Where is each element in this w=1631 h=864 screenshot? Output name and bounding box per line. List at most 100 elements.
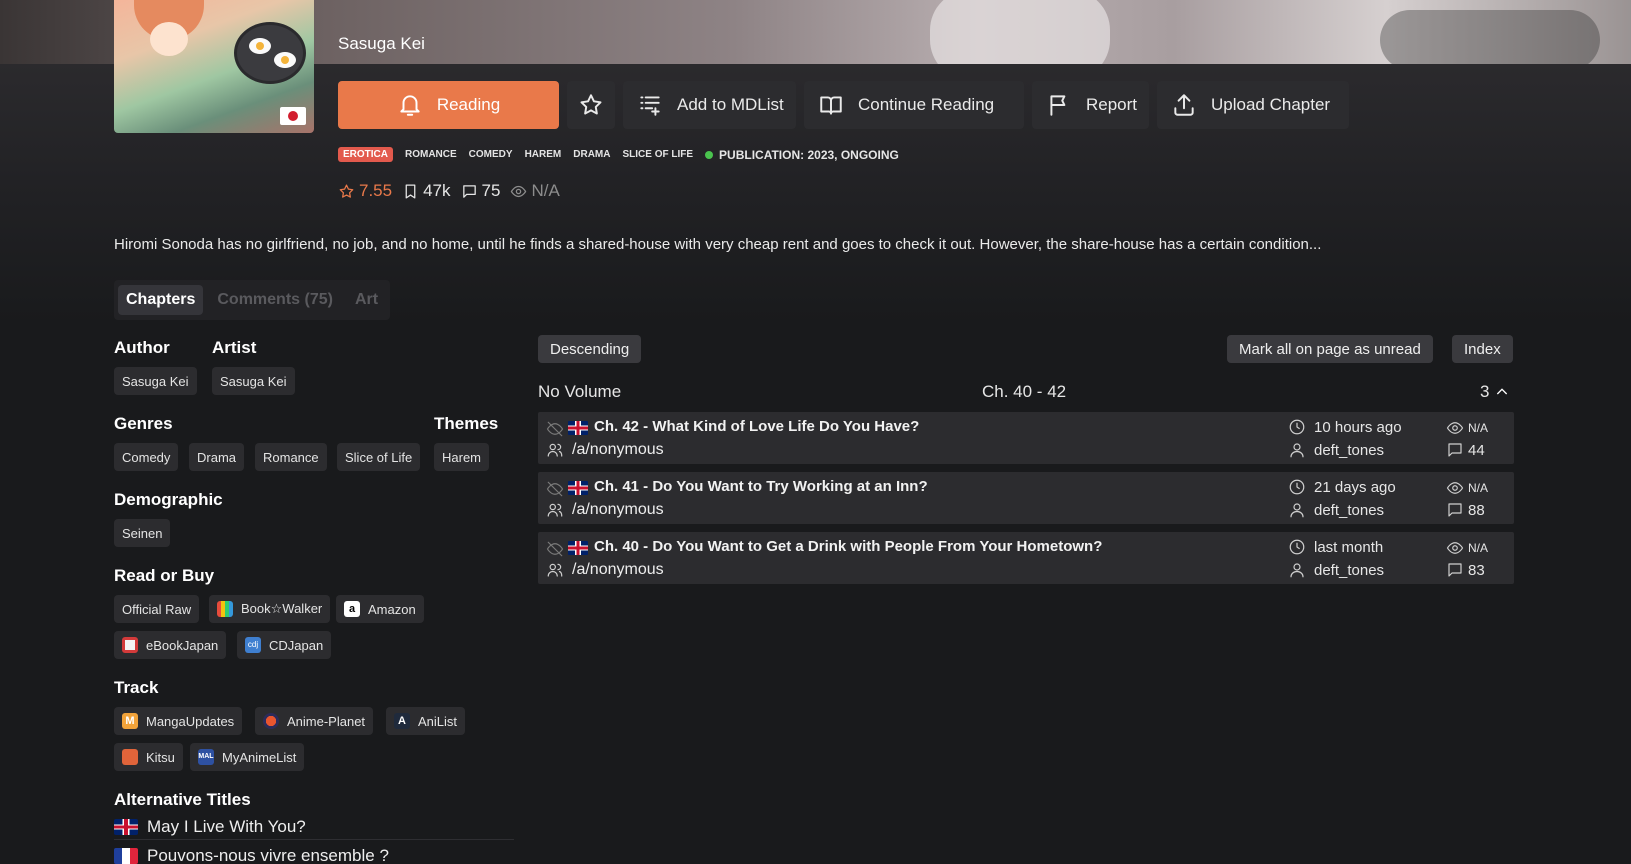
chapter-row[interactable]: Ch. 40 - Do You Want to Get a Drink with…: [538, 532, 1514, 584]
demographic-chip[interactable]: Seinen: [114, 519, 171, 547]
chapter-time: 21 days ago: [1288, 478, 1396, 496]
artist-chip[interactable]: Sasuga Kei: [212, 367, 295, 395]
volume-name: No Volume: [538, 382, 622, 401]
sort-order-button[interactable]: Descending: [538, 335, 642, 363]
uploader-name: deft_tones: [1314, 561, 1385, 579]
mark-unread-button[interactable]: Mark all on page as unread: [1227, 335, 1433, 363]
uploader-name: deft_tones: [1314, 441, 1385, 459]
genre-chip-drama[interactable]: Drama: [189, 443, 245, 471]
link-mangaupdates[interactable]: M MangaUpdates: [114, 707, 243, 735]
report-button[interactable]: Report: [1032, 81, 1149, 129]
amazon-icon: a: [344, 601, 360, 617]
link-anime-planet[interactable]: Anime-Planet: [255, 707, 374, 735]
link-cdjapan[interactable]: cdj CDJapan: [237, 631, 332, 659]
ebookjapan-label: eBookJapan: [146, 637, 219, 653]
anilist-icon: A: [394, 713, 410, 729]
chapter-row[interactable]: Ch. 42 - What Kind of Love Life Do You H…: [538, 412, 1514, 464]
tab-art[interactable]: Art: [347, 285, 386, 315]
official-raw-label: Official Raw: [122, 601, 192, 617]
comments-count: 44: [1468, 441, 1485, 459]
synopsis: Hiromi Sonoda has no girlfriend, no job,…: [114, 236, 1322, 253]
genre-chip-slice-of-life[interactable]: Slice of Life: [337, 443, 421, 471]
eye-off-icon[interactable]: [546, 480, 564, 498]
chevron-up-icon[interactable]: [1494, 384, 1510, 400]
link-anilist[interactable]: A AniList: [386, 707, 466, 735]
amazon-label: Amazon: [368, 601, 416, 617]
tag-harem[interactable]: HAREM: [525, 149, 562, 160]
status-dot-icon: [705, 150, 714, 159]
chapter-title[interactable]: Ch. 42 - What Kind of Love Life Do You H…: [594, 418, 919, 435]
mangaupdates-label: MangaUpdates: [146, 713, 235, 729]
user-icon: [1290, 443, 1304, 458]
tag-comedy[interactable]: COMEDY: [469, 149, 513, 160]
link-official-raw[interactable]: Official Raw: [114, 595, 200, 623]
author-subtitle[interactable]: Sasuga Kei: [338, 34, 425, 54]
volume-range: Ch. 40 - 42: [982, 382, 1067, 401]
link-myanimelist[interactable]: MAL MyAnimeList: [190, 743, 305, 771]
uk-flag-icon: [568, 421, 588, 435]
comments-stat[interactable]: 75: [461, 181, 501, 201]
chapter-comments[interactable]: 83: [1446, 561, 1485, 579]
add-to-mdlist-button[interactable]: Add to MDList: [623, 81, 796, 129]
tag-slice-of-life[interactable]: SLICE OF LIFE: [622, 149, 693, 160]
rate-button[interactable]: [567, 81, 615, 129]
group-name: /a/nonymous: [572, 441, 664, 458]
tab-comments[interactable]: Comments (75): [209, 285, 341, 315]
eye-icon: [1446, 542, 1464, 554]
chapter-comments[interactable]: 88: [1446, 501, 1485, 519]
cover-image[interactable]: [114, 0, 314, 133]
link-ebookjapan[interactable]: eBookJapan: [114, 631, 227, 659]
kitsu-label: Kitsu: [146, 749, 175, 765]
genre-chip-comedy[interactable]: Comedy: [114, 443, 179, 471]
myanimelist-icon: MAL: [198, 749, 214, 765]
views-value: N/A: [1468, 421, 1489, 435]
anime-planet-icon: [263, 713, 279, 729]
scanlation-group[interactable]: /a/nonymous: [546, 561, 664, 579]
tag-drama[interactable]: DRAMA: [573, 149, 610, 160]
link-kitsu[interactable]: Kitsu: [114, 743, 183, 771]
chapter-title[interactable]: Ch. 41 - Do You Want to Try Working at a…: [594, 478, 928, 495]
action-buttons: Reading Add to MDList Continue Reading R…: [338, 81, 1349, 129]
book-open-icon: [820, 96, 842, 115]
stats-row: 7.55 47k 75 N/A: [338, 181, 560, 201]
volume-header[interactable]: No Volume Ch. 40 - 42 3: [538, 382, 1514, 402]
chapter-comments[interactable]: 44: [1446, 441, 1485, 459]
link-amazon[interactable]: a Amazon: [336, 595, 424, 623]
alt-divider: [114, 839, 514, 840]
eye-off-icon[interactable]: [546, 540, 564, 558]
eye-off-icon[interactable]: [546, 420, 564, 438]
link-bookwalker[interactable]: Book☆Walker: [209, 595, 331, 623]
uploader-name: deft_tones: [1314, 501, 1385, 519]
time-value: last month: [1314, 538, 1384, 556]
rating-stat[interactable]: 7.55: [338, 181, 392, 201]
chapter-uploader[interactable]: deft_tones: [1288, 561, 1384, 579]
tag-erotica[interactable]: EROTICA: [338, 147, 393, 162]
index-button[interactable]: Index: [1452, 335, 1513, 363]
chapter-row[interactable]: Ch. 41 - Do You Want to Try Working at a…: [538, 472, 1514, 524]
chapter-time: 10 hours ago: [1288, 418, 1402, 436]
myanimelist-label: MyAnimeList: [222, 749, 297, 765]
star-icon: [580, 94, 602, 115]
scanlation-group[interactable]: /a/nonymous: [546, 441, 664, 459]
upload-chapter-button[interactable]: Upload Chapter: [1157, 81, 1349, 129]
genre-chip-romance[interactable]: Romance: [255, 443, 327, 471]
comments-value: 75: [481, 181, 501, 200]
continue-reading-label: Continue Reading: [858, 95, 995, 114]
scanlation-group[interactable]: /a/nonymous: [546, 501, 664, 519]
tag-romance[interactable]: ROMANCE: [405, 149, 457, 160]
tab-chapters[interactable]: Chapters: [118, 285, 204, 315]
ebookjapan-icon: [122, 637, 138, 653]
chapter-uploader[interactable]: deft_tones: [1288, 441, 1384, 459]
author-chip[interactable]: Sasuga Kei: [114, 367, 197, 395]
users-icon: [547, 563, 563, 577]
chapter-title[interactable]: Ch. 40 - Do You Want to Get a Drink with…: [594, 538, 1102, 555]
chapter-uploader[interactable]: deft_tones: [1288, 501, 1384, 519]
continue-reading-button[interactable]: Continue Reading: [804, 81, 1024, 129]
uk-flag-icon: [568, 541, 588, 555]
list-add-icon: [640, 96, 660, 116]
content-tabs: Chapters Comments (75) Art: [114, 280, 391, 320]
themes-heading: Themes: [434, 414, 499, 433]
eye-icon: [1446, 422, 1464, 434]
reading-button[interactable]: Reading: [338, 81, 559, 129]
theme-chip-harem[interactable]: Harem: [434, 443, 490, 471]
